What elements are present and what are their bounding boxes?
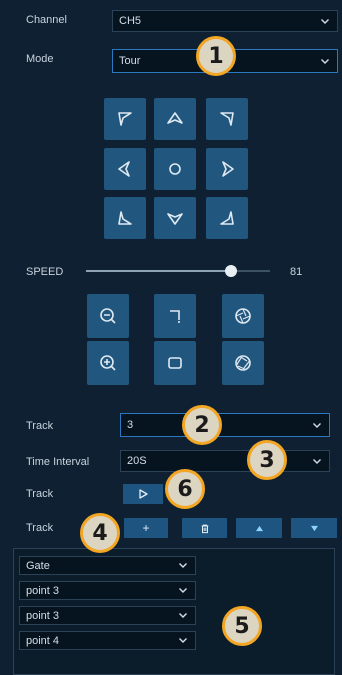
- focus-far-icon: [168, 357, 182, 369]
- chevron-down-icon: [179, 638, 187, 643]
- callout-badge: 5: [222, 606, 262, 646]
- point-value: point 4: [26, 634, 60, 647]
- circle-icon: [169, 163, 181, 175]
- pan-up-left-button[interactable]: [104, 98, 146, 140]
- callout-badge: 2: [182, 405, 222, 445]
- move-down-button[interactable]: [291, 518, 337, 538]
- point-value: point 3: [26, 584, 60, 597]
- point-value: point 3: [26, 609, 60, 622]
- track-select[interactable]: 3: [120, 413, 330, 437]
- tilt-up-button[interactable]: [154, 98, 196, 140]
- arrow-up-right-icon: [220, 112, 234, 126]
- delete-point-button[interactable]: [182, 518, 227, 538]
- arrow-down-right-icon: [220, 211, 234, 225]
- slider-thumb[interactable]: [225, 265, 237, 277]
- point-select[interactable]: point 3: [19, 606, 196, 625]
- slider-fill: [86, 270, 231, 272]
- iris-open-button[interactable]: [222, 341, 264, 385]
- mode-label: Mode: [26, 53, 54, 65]
- arrow-up-left-icon: [118, 112, 132, 126]
- arrow-down-left-icon: [118, 211, 132, 225]
- focus-far-button[interactable]: [154, 341, 196, 385]
- pan-right-button[interactable]: [206, 148, 248, 190]
- point-select[interactable]: Gate: [19, 556, 196, 575]
- speed-value: 81: [290, 266, 303, 278]
- focus-near-button[interactable]: [154, 294, 196, 338]
- pan-down-right-button[interactable]: [206, 197, 248, 239]
- add-point-button[interactable]: +: [124, 518, 168, 538]
- chevron-down-icon: [321, 58, 329, 64]
- time-interval-select[interactable]: 20S: [120, 450, 330, 472]
- iris-close-button[interactable]: [222, 294, 264, 338]
- aperture-icon: [235, 355, 251, 371]
- chevron-down-icon: [179, 588, 187, 593]
- trash-icon: [201, 524, 208, 533]
- speed-label: SPEED: [26, 266, 64, 278]
- triangle-up-icon: [255, 525, 263, 531]
- zoom-in-icon: [100, 355, 116, 371]
- track-edit-label: Track: [26, 522, 54, 534]
- arrow-down-icon: [167, 213, 183, 225]
- point-select[interactable]: point 3: [19, 581, 196, 600]
- arrow-left-icon: [118, 161, 130, 177]
- point-value: Gate: [26, 559, 50, 572]
- speed-slider[interactable]: [86, 265, 270, 277]
- channel-value: CH5: [119, 15, 142, 27]
- arrow-up-icon: [167, 112, 183, 124]
- time-interval-label: Time Interval: [26, 456, 90, 468]
- pan-down-left-button[interactable]: [104, 197, 146, 239]
- triangle-down-icon: [310, 525, 318, 531]
- track-points-panel: Gate point 3 point 3 point 4: [13, 548, 335, 675]
- track-label: Track: [26, 420, 54, 432]
- play-track-button[interactable]: [123, 484, 163, 504]
- chevron-down-icon: [313, 458, 321, 464]
- zoom-out-button[interactable]: [87, 294, 129, 338]
- point-select[interactable]: point 4: [19, 631, 196, 650]
- callout-badge: 3: [247, 440, 287, 480]
- play-icon: [139, 489, 148, 499]
- zoom-out-icon: [100, 308, 116, 324]
- channel-select[interactable]: CH5: [112, 10, 338, 32]
- callout-badge: 4: [80, 513, 120, 553]
- pan-left-button[interactable]: [104, 148, 146, 190]
- ptz-center-button[interactable]: [154, 148, 196, 190]
- pan-up-right-button[interactable]: [206, 98, 248, 140]
- chevron-down-icon: [321, 18, 329, 24]
- aperture-icon: [235, 308, 251, 324]
- chevron-down-icon: [179, 563, 187, 568]
- callout-badge: 1: [196, 36, 236, 76]
- move-up-button[interactable]: [236, 518, 282, 538]
- add-point-label: +: [142, 521, 150, 535]
- zoom-in-button[interactable]: [87, 341, 129, 385]
- chevron-down-icon: [313, 422, 321, 428]
- arrow-right-icon: [222, 161, 234, 177]
- track-play-label: Track: [26, 488, 54, 500]
- chevron-down-icon: [179, 613, 187, 618]
- callout-badge: 6: [165, 469, 205, 509]
- focus-near-icon: [170, 310, 180, 323]
- channel-label: Channel: [26, 14, 67, 26]
- tilt-down-button[interactable]: [154, 197, 196, 239]
